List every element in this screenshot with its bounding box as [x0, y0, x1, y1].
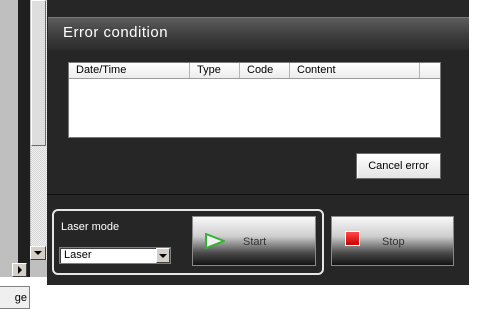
stop-button[interactable]: Stop — [331, 216, 454, 266]
page-tab[interactable]: ge — [0, 286, 30, 309]
stop-button-label: Stop — [382, 236, 405, 248]
column-type[interactable]: Type — [190, 63, 240, 78]
error-table-header: Date/Time Type Code Content — [69, 63, 440, 79]
laser-mode-select[interactable]: Laser — [59, 247, 171, 264]
vertical-scrollbar-thumb[interactable] — [31, 0, 46, 146]
laser-mode-label: Laser mode — [61, 221, 120, 233]
start-button-label: Start — [243, 236, 267, 248]
section-divider — [47, 194, 469, 195]
play-icon — [205, 233, 225, 249]
laser-mode-value: Laser — [64, 249, 92, 261]
column-code[interactable]: Code — [240, 63, 290, 78]
start-button[interactable]: Start — [192, 216, 316, 266]
column-date-time[interactable]: Date/Time — [69, 63, 190, 78]
stop-square-icon — [345, 231, 360, 246]
chevron-down-icon — [34, 251, 42, 255]
left-panel-divider — [18, 0, 30, 285]
dropdown-arrow-button[interactable] — [156, 248, 170, 263]
window-edge — [469, 0, 477, 309]
cancel-error-button[interactable]: Cancel error — [356, 153, 441, 179]
error-table[interactable]: Date/Time Type Code Content — [68, 62, 441, 138]
error-section-title: Error condition — [63, 24, 169, 41]
column-content[interactable]: Content — [290, 63, 420, 78]
scroll-right-button[interactable] — [12, 263, 27, 277]
chevron-down-icon — [159, 253, 167, 258]
scroll-down-button[interactable] — [30, 246, 46, 260]
chevron-right-icon — [17, 266, 22, 274]
column-filler — [420, 63, 440, 78]
